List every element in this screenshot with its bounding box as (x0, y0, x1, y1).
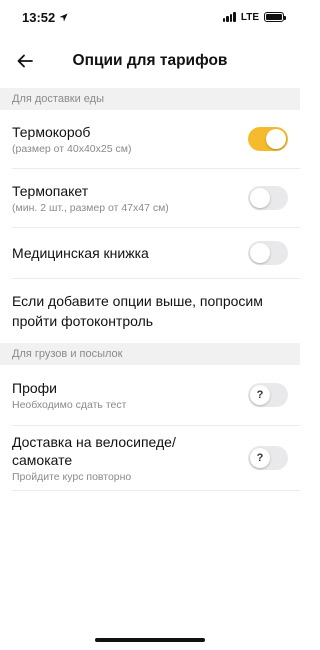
thermobag-toggle[interactable] (248, 186, 288, 210)
option-subtitle: Пройдите курс повторно (12, 470, 132, 483)
location-arrow-icon (59, 10, 68, 25)
thermobox-toggle[interactable] (248, 127, 288, 151)
option-row-thermobag[interactable]: Термопакет (мин. 2 шт., размер от 47x47 … (0, 169, 300, 227)
signal-bars-icon (222, 12, 236, 22)
status-time: 13:52 (22, 9, 56, 25)
option-text: Профи Необходимо сдать тест (12, 379, 126, 412)
toggle-knob (266, 129, 286, 149)
toggle-knob (250, 188, 270, 208)
option-subtitle: Необходимо сдать тест (12, 398, 127, 411)
status-bar: 13:52 LTE (0, 0, 300, 34)
option-title: Термокороб (12, 123, 91, 140)
nav-bar: Опции для тарифов (0, 34, 300, 88)
option-row-thermobox[interactable]: Термокороб (размер от 40x40x25 см) (0, 110, 300, 168)
question-mark-icon: ? (250, 448, 270, 468)
option-title: Термопакет (12, 182, 89, 199)
arrow-left-icon[interactable] (12, 48, 38, 74)
network-label: LTE (240, 11, 259, 23)
option-text: Доставка на велосипеде/ самокате Пройдит… (12, 433, 212, 484)
profi-toggle[interactable]: ? (248, 383, 288, 407)
option-subtitle: (мин. 2 шт., размер от 47x47 см) (12, 201, 169, 214)
page-title: Опции для тарифов (72, 52, 228, 69)
option-text: Термопакет (мин. 2 шт., размер от 47x47 … (12, 182, 169, 215)
option-text: Медицинская книжка (12, 244, 149, 262)
option-title: Медицинская книжка (12, 245, 149, 261)
battery-icon (264, 12, 286, 22)
option-title: Доставка на велосипеде/ самокате (12, 433, 176, 468)
option-row-profi[interactable]: Профи Необходимо сдать тест ? (0, 365, 300, 425)
bike-delivery-toggle[interactable]: ? (248, 446, 288, 470)
section-header-food-delivery: Для доставки еды (0, 88, 300, 110)
section-header-cargo: Для грузов и посылок (0, 343, 300, 365)
option-subtitle: (размер от 40x40x25 см) (12, 142, 132, 155)
question-mark-icon: ? (250, 385, 270, 405)
toggle-knob (250, 243, 270, 263)
option-title: Профи (12, 379, 57, 396)
status-right: LTE (222, 11, 286, 23)
option-row-bike-delivery[interactable]: Доставка на велосипеде/ самокате Пройдит… (0, 426, 300, 490)
medical-book-toggle[interactable] (248, 241, 288, 265)
option-text: Термокороб (размер от 40x40x25 см) (12, 123, 131, 156)
option-row-medical-book[interactable]: Медицинская книжка (0, 228, 300, 278)
home-indicator[interactable] (95, 638, 205, 642)
photo-control-note: Если добавите опции выше, попросим пройт… (12, 293, 263, 329)
divider (12, 490, 300, 491)
status-left: 13:52 (22, 10, 68, 25)
